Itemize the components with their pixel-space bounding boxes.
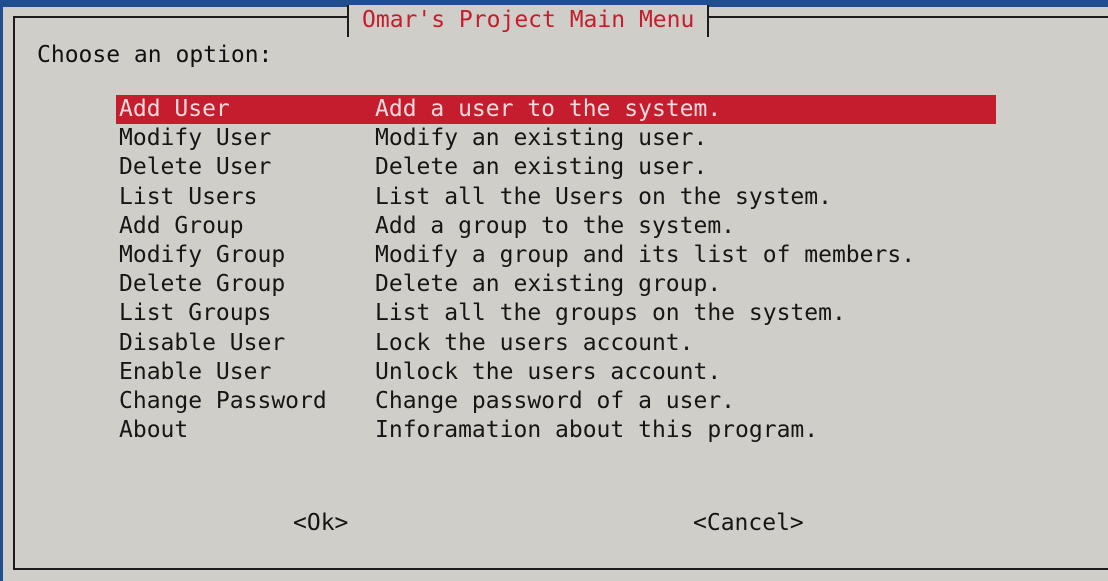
dialog-title: Omar's Project Main Menu — [347, 5, 710, 37]
menu-item-description: Add a user to the system. — [375, 96, 722, 122]
cancel-button[interactable]: <Cancel> — [693, 507, 804, 539]
main-menu-dialog: Omar's Project Main Menu Choose an optio… — [3, 5, 1108, 581]
menu-item-change-password[interactable]: Change Password Change password of a use… — [116, 387, 996, 416]
menu-item-description: Modify an existing user. — [375, 125, 708, 152]
menu-item-tag: Modify User — [119, 125, 272, 152]
menu-item-tag: About — [119, 417, 189, 444]
ok-button[interactable]: <Ok> — [293, 507, 348, 539]
menu-item-modify-group[interactable]: Modify Group Modify a group and its list… — [116, 241, 996, 270]
menu-item-description: List all the Users on the system. — [375, 183, 832, 210]
menu-item-list-groups[interactable]: List Groups List all the groups on the s… — [116, 299, 996, 328]
menu-item-description: List all the groups on the system. — [375, 300, 846, 327]
menu-item-tag: Disable User — [119, 329, 286, 356]
menu-item-delete-group[interactable]: Delete Group Delete an existing group. — [116, 270, 996, 299]
menu-item-disable-user[interactable]: Disable User Lock the users account. — [116, 329, 996, 358]
menu-item-description: Change password of a user. — [375, 387, 736, 414]
menu-list: Add User Add a user to the system. Modif… — [116, 95, 996, 445]
menu-item-description: Lock the users account. — [375, 329, 694, 356]
menu-item-tag: List Groups — [119, 300, 272, 327]
menu-item-delete-user[interactable]: Delete User Delete an existing user. — [116, 153, 996, 182]
menu-item-tag: Delete Group — [119, 271, 286, 298]
menu-item-description: Unlock the users account. — [375, 358, 722, 385]
menu-item-tag: Change Password — [119, 387, 327, 414]
menu-item-tag: List Users — [119, 183, 258, 210]
menu-item-add-group[interactable]: Add Group Add a group to the system. — [116, 212, 996, 241]
menu-item-list-users[interactable]: List Users List all the Users on the sys… — [116, 183, 996, 212]
menu-item-description: Delete an existing user. — [375, 154, 708, 181]
menu-item-tag: Add Group — [119, 212, 244, 239]
menu-item-description: Inforamation about this program. — [375, 417, 819, 444]
menu-item-about[interactable]: About Inforamation about this program. — [116, 416, 996, 445]
menu-item-description: Delete an existing group. — [375, 271, 722, 298]
menu-item-tag: Modify Group — [119, 241, 286, 268]
menu-item-tag: Enable User — [119, 358, 272, 385]
menu-item-tag: Delete User — [119, 154, 272, 181]
menu-item-enable-user[interactable]: Enable User Unlock the users account. — [116, 358, 996, 387]
menu-item-add-user[interactable]: Add User Add a user to the system. — [116, 95, 996, 125]
menu-item-description: Add a group to the system. — [375, 212, 736, 239]
menu-item-description: Modify a group and its list of members. — [375, 241, 916, 268]
dialog-prompt: Choose an option: — [37, 42, 273, 68]
menu-item-tag: Add User — [119, 96, 230, 122]
menu-item-modify-user[interactable]: Modify User Modify an existing user. — [116, 124, 996, 153]
